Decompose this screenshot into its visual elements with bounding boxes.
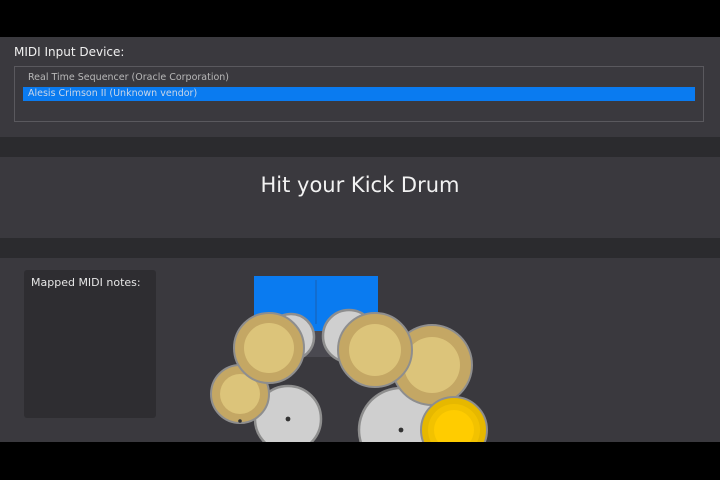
device-item-sequencer[interactable]: Real Time Sequencer (Oracle Corporation): [23, 71, 695, 85]
drum-kit: [210, 276, 488, 442]
instruction-text: Hit your Kick Drum: [260, 173, 460, 197]
app-window: MIDI Input Device: Real Time Sequencer (…: [0, 37, 720, 442]
drum-kit-panel: Mapped MIDI notes:: [0, 258, 720, 442]
crash-cymbal-right-icon[interactable]: [337, 312, 413, 388]
device-item-alesis[interactable]: Alesis Crimson II (Unknown vendor): [23, 87, 695, 101]
instruction-panel: Hit your Kick Drum: [0, 157, 720, 238]
midi-device-panel: MIDI Input Device: Real Time Sequencer (…: [0, 37, 720, 137]
midi-device-list[interactable]: Real Time Sequencer (Oracle Corporation)…: [14, 66, 704, 122]
crash-cymbal-left-icon[interactable]: [233, 312, 305, 384]
midi-device-label: MIDI Input Device:: [14, 45, 125, 59]
